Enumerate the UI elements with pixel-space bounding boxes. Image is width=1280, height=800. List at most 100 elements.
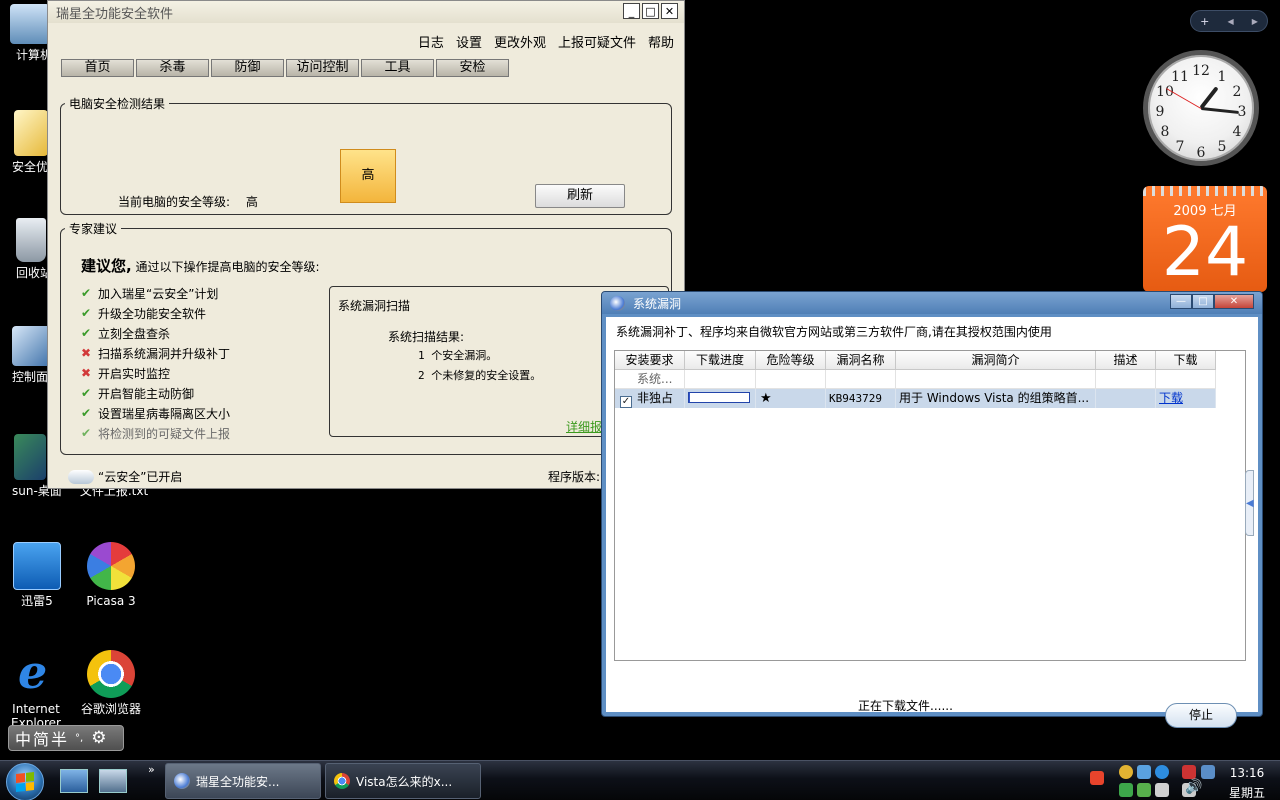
column-header[interactable]: 安装要求 (615, 351, 685, 370)
column-header[interactable]: 漏洞名称 (826, 351, 896, 370)
quick-launch-more[interactable]: » (148, 763, 155, 776)
desktop-icon-thunder[interactable]: 迅雷5 (0, 542, 75, 608)
advice-item[interactable]: ✖ 扫描系统漏洞并升级补丁 (81, 343, 230, 363)
advice-text: 开启智能主动防御 (98, 386, 195, 401)
clock-minute-hand (1200, 107, 1239, 114)
advice-item[interactable]: ✔ 设置瑞星病毒隔离区大小 (81, 403, 230, 423)
window-title-bar[interactable]: 瑞星全功能安全软件 (48, 1, 684, 23)
advice-item[interactable]: ✔ 将检测到的可疑文件上报 (81, 423, 230, 443)
ime-mode-halfwidth[interactable]: 半 (51, 726, 67, 750)
tab-tools[interactable]: 工具 (361, 59, 434, 77)
dialog-minimize-button[interactable]: — (1170, 294, 1192, 309)
stop-button[interactable]: 停止 (1165, 703, 1237, 728)
group-legend: 专家建议 (69, 222, 118, 236)
tab-access-control[interactable]: 访问控制 (286, 59, 359, 77)
browser-tray-icon[interactable] (1155, 765, 1169, 779)
calendar-gadget[interactable]: 2009 七月 24 (1143, 186, 1267, 292)
download-link[interactable]: 下载 (1156, 389, 1216, 408)
advice-item[interactable]: ✔ 升级全功能安全软件 (81, 303, 230, 323)
menu-settings[interactable]: 设置 (456, 32, 482, 51)
download-progress-fill (689, 393, 691, 402)
refresh-button[interactable]: 刷新 (535, 184, 625, 208)
download-progress-bar (688, 392, 750, 403)
clock-number: 5 (1217, 139, 1227, 155)
empty-cell (685, 370, 756, 389)
desktop-icon-label: Picasa 3 (86, 594, 136, 608)
advice-item[interactable]: ✔ 开启智能主动防御 (81, 383, 230, 403)
chrome-icon (87, 650, 135, 698)
control-panel-icon (12, 326, 52, 366)
column-header[interactable]: 描述 (1096, 351, 1156, 370)
security-level-line: 当前电脑的安全等级: 高 (118, 193, 258, 210)
taskbar-clock[interactable]: 13:16 星期五 (1222, 763, 1272, 800)
clock-gadget[interactable]: 12 1 2 3 4 5 6 7 8 9 10 11 (1143, 50, 1259, 166)
desktop-icon-picasa[interactable]: Picasa 3 (73, 542, 149, 608)
cloud-icon (68, 469, 94, 484)
menu-help[interactable]: 帮助 (648, 32, 674, 51)
menu-change-skin[interactable]: 更改外观 (494, 32, 546, 51)
maximize-button[interactable]: □ (642, 3, 659, 19)
column-header[interactable]: 漏洞简介 (896, 351, 1096, 370)
scan-panel-title: 系统漏洞扫描 (338, 299, 411, 313)
calendar-day: 24 (1161, 213, 1249, 292)
tray-app-icon[interactable] (1119, 783, 1133, 797)
sidebar-collapse-tab[interactable]: ◀ (1245, 470, 1254, 536)
tab-scan[interactable]: 杀毒 (136, 59, 209, 77)
tab-home[interactable]: 首页 (61, 59, 134, 77)
tab-security-check[interactable]: 安检 (436, 59, 509, 77)
ime-mode-chinese[interactable]: 中 (15, 726, 31, 750)
ime-mode-simplified[interactable]: 简 (33, 726, 49, 750)
desktop-icon-ie[interactable]: e Internet Explorer (0, 646, 74, 730)
next-gadget-button[interactable]: ▶ (1252, 17, 1258, 26)
column-header[interactable]: 下载进度 (685, 351, 756, 370)
shield-icon[interactable] (1137, 783, 1151, 797)
switch-windows-icon[interactable] (99, 769, 127, 793)
desktop-icon-chrome[interactable]: 谷歌浏览器 (73, 650, 149, 716)
show-desktop-icon[interactable] (60, 769, 88, 793)
row-checkbox[interactable]: ✓ (620, 396, 632, 408)
menu-log[interactable]: 日志 (418, 32, 444, 51)
ime-toolbar: 中 简 半 °, ⚙ (8, 725, 124, 751)
table-group-row[interactable]: 系统... (615, 370, 1216, 389)
minimize-button[interactable]: _ (623, 3, 640, 19)
advice-text: 立刻全盘查杀 (98, 326, 171, 341)
ime-punctuation[interactable]: °, (75, 733, 83, 744)
close-button[interactable]: ✕ (661, 3, 678, 19)
scan-result-line: 2 个未修复的安全设置。 (418, 369, 542, 382)
windows-logo-icon (16, 772, 34, 792)
detailed-report-link[interactable]: 详细报 (566, 418, 602, 435)
taskbar-time: 13:16 (1229, 766, 1265, 780)
table-row[interactable]: ✓ 非独占 ★ KB943729 用于 Windows Vista 的组策略首..… (615, 389, 1216, 408)
version-label: 程序版本: (548, 470, 601, 484)
advice-item[interactable]: ✖ 开启实时监控 (81, 363, 230, 383)
advice-item[interactable]: ✔ 立刻全盘查杀 (81, 323, 230, 343)
weather-icon[interactable] (1119, 765, 1133, 779)
check-icon: ✔ (81, 286, 92, 300)
advice-item[interactable]: ✔ 加入瑞星“云安全”计划 (81, 283, 230, 303)
taskbar-item-chrome[interactable]: Vista怎么来的x... (325, 763, 481, 799)
start-button[interactable] (6, 763, 44, 800)
usb-icon[interactable] (1182, 765, 1196, 779)
tab-defense[interactable]: 防御 (211, 59, 284, 77)
display-icon[interactable] (1201, 765, 1215, 779)
check-icon: ✔ (81, 386, 92, 400)
ime-settings-gear-icon[interactable]: ⚙ (91, 728, 106, 748)
tray-app-icon[interactable] (1155, 783, 1169, 797)
previous-gadget-button[interactable]: ◀ (1227, 17, 1233, 26)
taskbar-item-rising[interactable]: 瑞星全功能安... (165, 763, 321, 799)
scan-result-line: 1 个安全漏洞。 (418, 349, 498, 362)
window-title: 瑞星全功能安全软件 (56, 6, 174, 22)
menu-report-suspicious[interactable]: 上报可疑文件 (558, 32, 636, 51)
network-icon[interactable] (1137, 765, 1151, 779)
add-gadget-button[interactable]: + (1200, 15, 1209, 28)
table-content: 安装要求 下载进度 危险等级 漏洞名称 漏洞简介 描述 下载 系统... ✓ 非… (615, 351, 1216, 408)
volume-icon[interactable]: 🔊 (1185, 779, 1202, 795)
security-level-value: 高 (245, 195, 258, 209)
dialog-maximize-button[interactable]: □ (1192, 294, 1214, 309)
dialog-close-button[interactable]: ✕ (1214, 294, 1254, 309)
dialog-title-bar[interactable]: 系统漏洞 (602, 292, 1262, 314)
sogou-ime-icon[interactable] (1090, 771, 1104, 785)
column-header[interactable]: 下载 (1156, 351, 1216, 370)
column-header[interactable]: 危险等级 (756, 351, 826, 370)
vulnerability-dialog: 系统漏洞 — □ ✕ 系统漏洞补丁、程序均来自微软官方网站或第三方软件厂商,请在… (601, 291, 1263, 728)
